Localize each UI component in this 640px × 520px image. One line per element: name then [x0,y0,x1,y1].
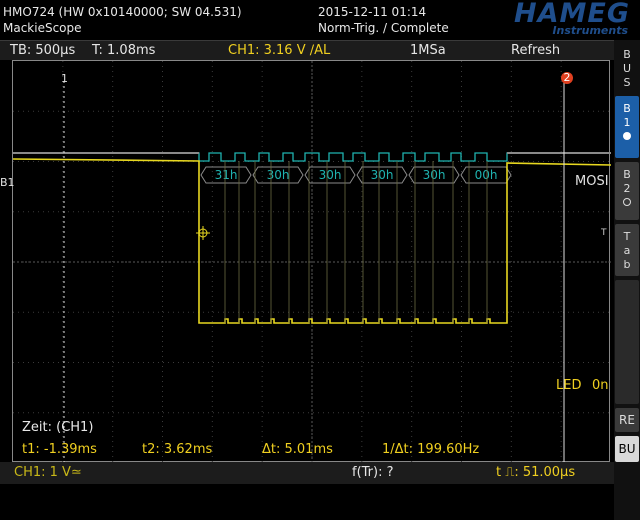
waveform-canvas: 31h 30h 30h 30h 30h 00h [13,61,611,463]
bus-b1-button[interactable]: B1 [615,96,639,158]
decoded-byte-label: 30h [319,168,342,182]
refresh-mode[interactable]: Refresh [511,43,560,58]
decoded-byte-label: 00h [475,168,498,182]
brand-sub: Instruments [552,24,628,37]
bus-label: B1 [0,176,15,189]
timebase[interactable]: TB: 500µs [10,43,75,58]
trigger-state: Norm-Trig. / Complete [318,21,449,35]
led-label: LED [556,378,582,393]
device-info: HMO724 (HW 0x10140000; SW 04.531) [3,5,242,19]
measurement-title: Zeit: (CH1) [22,420,94,435]
status-bar: CH1: 1 V≃ f(Tr): ? t ⎍: 51.00µs [0,462,614,484]
ch1-scale[interactable]: CH1: 1 V≃ [14,465,82,480]
waveform-display[interactable]: 31h 30h 30h 30h 30h 00h [12,60,611,463]
pulse-width: t ⎍: 51.00µs [496,465,576,480]
cursor2-marker[interactable]: 2 [561,72,573,84]
bus-name: MOSI [575,174,609,189]
cursor1-marker[interactable]: 1 [61,72,68,85]
hameg-logo: HAMEG Instruments [452,0,630,38]
bus-b1-label: B1 [623,102,631,129]
datetime: 2015-12-11 01:14 [318,5,427,19]
device-name: MackieScope [3,21,82,35]
decoded-byte-label: 30h [423,168,446,182]
info-bar: TB: 500µs T: 1.08ms CH1: 3.16 V ∕AL 1MSa… [0,40,614,60]
sample-rate[interactable]: 1MSa [410,43,446,58]
decoded-byte-label: 30h [371,168,394,182]
trigger-frequency: f(Tr): ? [352,465,394,480]
trigger-channel[interactable]: CH1: 3.16 V ∕AL [228,43,330,58]
bus-button[interactable]: BU [615,436,639,462]
active-dot-icon [623,132,631,140]
side-menu: BUS B1 B2 Tab RE BU [614,40,640,520]
table-button[interactable]: Tab [615,224,639,276]
cursor-inverse-delta: 1/Δt: 199.60Hz [382,442,480,457]
trigger-time[interactable]: T: 1.08ms [92,43,155,58]
cursor-t2: t2: 3.62ms [142,442,213,457]
decoded-byte-label: 30h [267,168,290,182]
table-label: Tab [623,230,631,271]
bus-menu-label: BUS [622,48,632,89]
bus-b2-button[interactable]: B2 [615,162,639,220]
inactive-dot-icon [623,198,631,206]
bus-menu-title: BUS [615,48,639,92]
disabled-soft-button [615,280,639,404]
cursor-t1: t1: -1.39ms [22,442,97,457]
cursor-delta: Δt: 5.01ms [262,442,333,457]
bus-b2-label: B2 [623,168,631,195]
ref-button[interactable]: RE [615,408,639,432]
trigger-level-marker: T [601,228,607,238]
decoded-byte-label: 31h [215,168,238,182]
header: HMO724 (HW 0x10140000; SW 04.531) Mackie… [0,0,640,40]
led-state: 0n [592,378,609,393]
measurement-panel: Zeit: (CH1) t1: -1.39ms t2: 3.62ms Δt: 5… [12,414,610,462]
